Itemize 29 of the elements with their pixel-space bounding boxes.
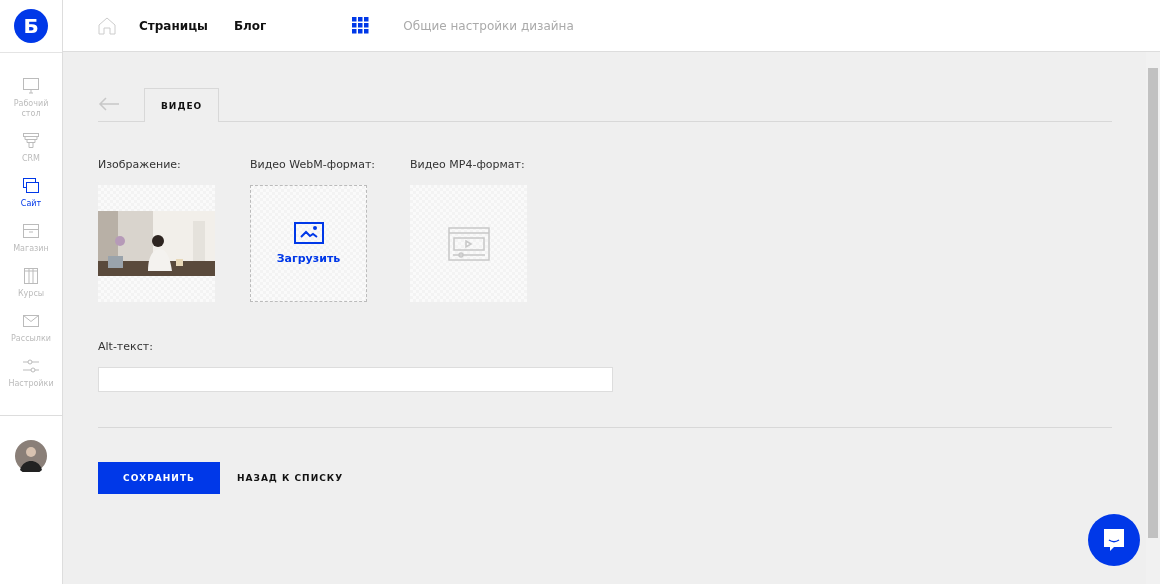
- monitor-icon: [22, 77, 40, 95]
- chat-icon: [1102, 527, 1126, 553]
- avatar[interactable]: [15, 440, 47, 472]
- video-slot[interactable]: [410, 185, 527, 302]
- field-label: Alt-текст:: [98, 340, 154, 353]
- back-arrow-icon[interactable]: [98, 97, 120, 111]
- books-icon: [22, 267, 40, 285]
- image-slot[interactable]: [98, 185, 215, 302]
- field-label: Изображение:: [98, 158, 182, 171]
- windows-icon: [22, 177, 40, 195]
- logo[interactable]: Б: [14, 9, 48, 43]
- video-player-icon: [447, 226, 490, 261]
- back-to-list-link[interactable]: НАЗАД К СПИСКУ: [237, 473, 344, 483]
- save-button[interactable]: СОХРАНИТЬ: [98, 462, 220, 494]
- chat-button[interactable]: [1088, 514, 1140, 566]
- tab[interactable]: ВИДЕО: [144, 88, 220, 122]
- alt-text-field[interactable]: [98, 367, 613, 392]
- sidebar-item[interactable]: Сайт: [1, 177, 61, 209]
- drawer-icon: [22, 222, 40, 240]
- funnel-icon: [22, 132, 40, 150]
- field-label: Видео MP4-формат:: [410, 158, 526, 171]
- nav-link[interactable]: Страницы: [139, 18, 208, 33]
- apps-grid-icon[interactable]: [352, 17, 370, 34]
- image-icon: [293, 222, 324, 244]
- field-label: Видео WebM-формат:: [250, 158, 375, 171]
- nav-link[interactable]: Блог: [233, 18, 267, 33]
- home-icon[interactable]: [97, 15, 117, 36]
- sliders-icon: [22, 357, 40, 375]
- envelope-icon: [22, 312, 40, 330]
